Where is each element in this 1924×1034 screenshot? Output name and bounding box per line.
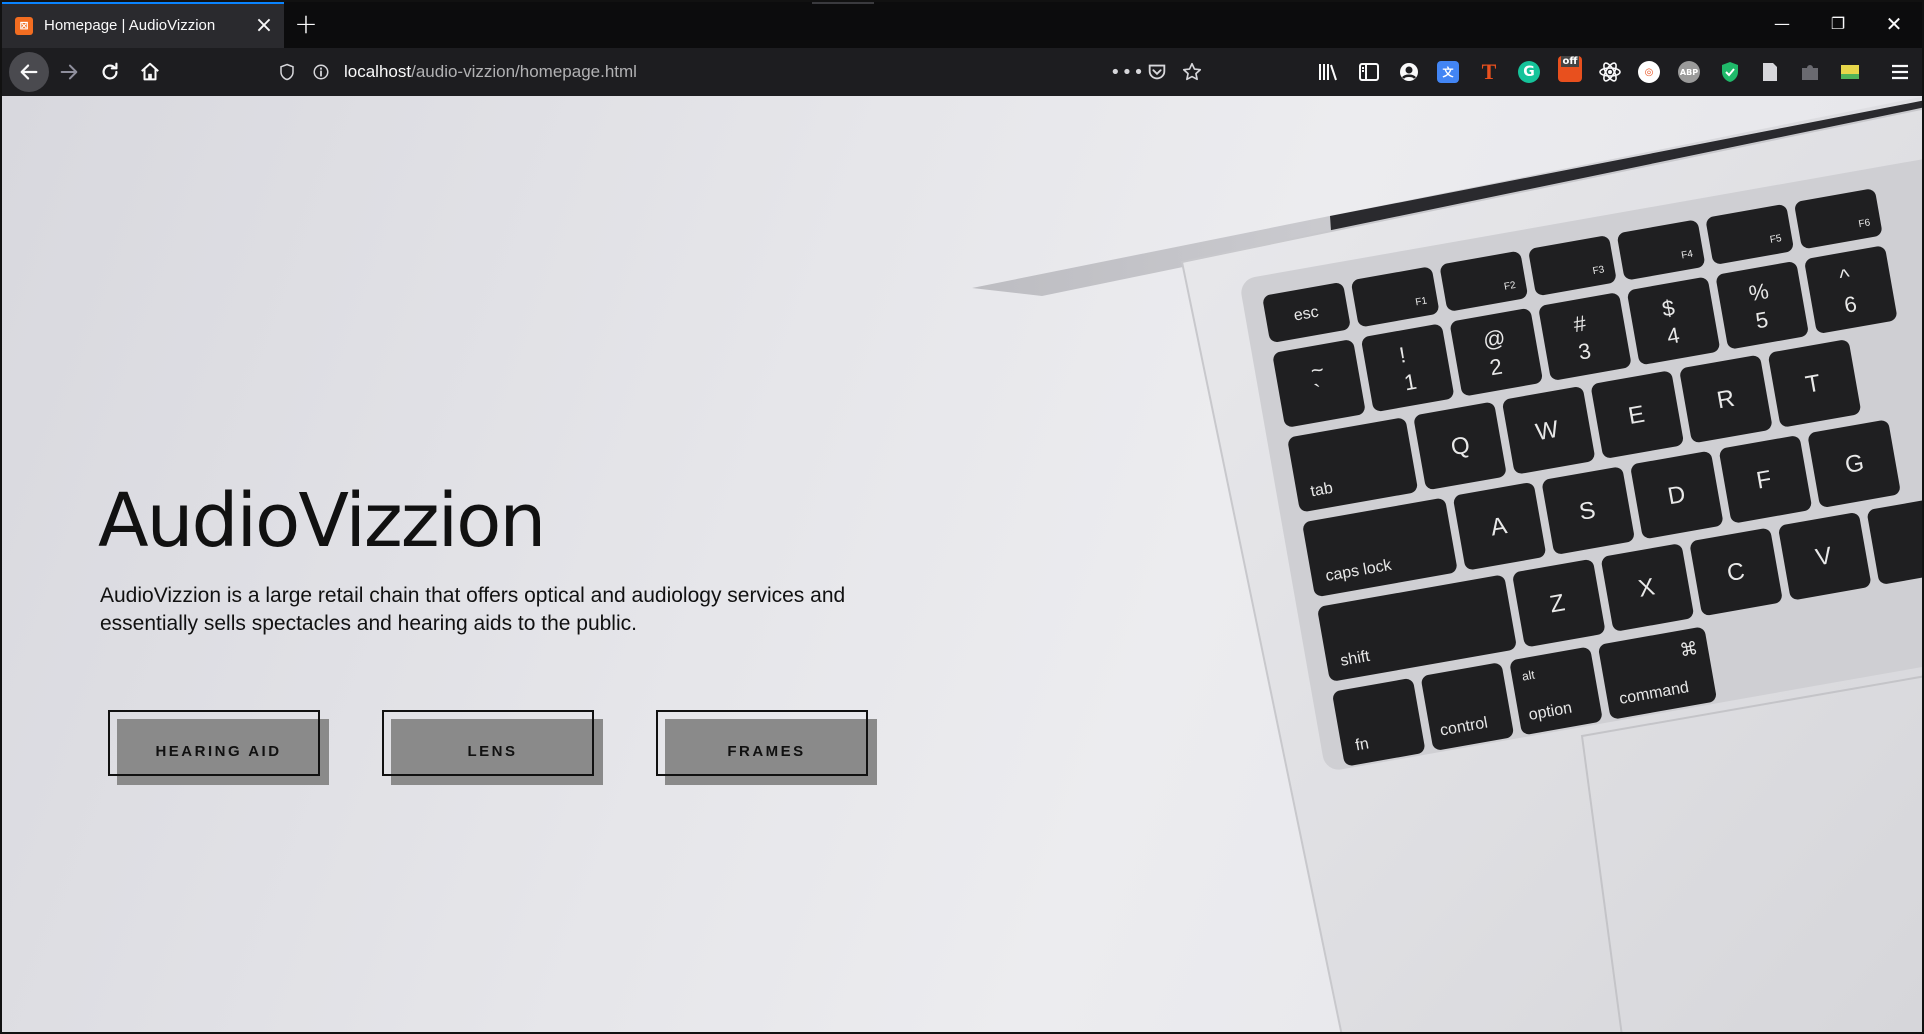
off-extension-icon[interactable]: off bbox=[1558, 56, 1582, 82]
home-button[interactable] bbox=[130, 52, 170, 92]
url-host: localhost bbox=[344, 62, 412, 81]
key-fn bbox=[1333, 678, 1425, 766]
key-control bbox=[1421, 663, 1514, 750]
forward-button[interactable] bbox=[49, 52, 89, 92]
new-tab-button[interactable]: + bbox=[292, 10, 320, 38]
translate-icon[interactable]: 文 bbox=[1437, 61, 1459, 83]
key-1 bbox=[1361, 324, 1454, 412]
navigation-toolbar: localhost/audio-vizzion/homepage.html ••… bbox=[2, 48, 1922, 96]
hearing-aid-button[interactable]: HEARING AID bbox=[108, 710, 329, 785]
reload-icon bbox=[102, 62, 118, 80]
arrow-right-icon bbox=[60, 64, 78, 80]
adblock-plus-icon[interactable]: ABP bbox=[1678, 61, 1700, 83]
library-icon[interactable] bbox=[1316, 60, 1340, 84]
arrow-left-icon bbox=[20, 64, 38, 80]
pocket-icon[interactable] bbox=[1146, 61, 1168, 83]
grammarly-icon[interactable]: G bbox=[1518, 61, 1540, 83]
key-f3-label: F3 bbox=[1592, 264, 1606, 277]
tab-strip: ⊠ Homepage | AudioVizzion × + — ❐ ✕ bbox=[2, 2, 1922, 48]
menu-icon[interactable] bbox=[1888, 60, 1912, 84]
shield-extension-icon[interactable] bbox=[1718, 60, 1742, 84]
page-icon[interactable] bbox=[1758, 60, 1782, 84]
page-title: AudioVizzion bbox=[98, 478, 546, 564]
key-6 bbox=[1805, 246, 1897, 333]
tab-homepage[interactable]: ⊠ Homepage | AudioVizzion × bbox=[2, 2, 284, 48]
key-f4-label: F4 bbox=[1680, 249, 1694, 262]
key-2 bbox=[1450, 308, 1543, 396]
url-text[interactable]: localhost/audio-vizzion/homepage.html bbox=[344, 62, 637, 82]
reload-button[interactable] bbox=[90, 52, 130, 92]
sidebar-icon[interactable] bbox=[1357, 60, 1381, 84]
home-icon bbox=[141, 62, 159, 81]
lens-button-label: LENS bbox=[467, 743, 518, 760]
xampp-icon: ⊠ bbox=[15, 17, 33, 35]
off-extension-label: off bbox=[1560, 56, 1580, 67]
t-extension-icon[interactable]: T bbox=[1478, 59, 1500, 84]
extension-icon[interactable]: ◎ bbox=[1638, 61, 1660, 83]
lens-button[interactable]: LENS bbox=[382, 710, 603, 785]
minimize-icon[interactable]: — bbox=[1754, 2, 1810, 46]
close-icon[interactable]: × bbox=[254, 15, 274, 37]
hearing-aid-button-label: HEARING AID bbox=[155, 743, 282, 760]
window-close-icon[interactable]: ✕ bbox=[1866, 2, 1922, 46]
key-f1-label: F1 bbox=[1415, 295, 1429, 308]
key-3 bbox=[1539, 293, 1631, 380]
react-devtools-icon[interactable] bbox=[1598, 60, 1622, 84]
key-f5-label: F5 bbox=[1769, 233, 1783, 246]
url-path: /audio-vizzion/homepage.html bbox=[411, 62, 637, 81]
tab-drag-indicator bbox=[812, 2, 874, 4]
back-button[interactable] bbox=[9, 52, 49, 92]
bookmark-star-icon[interactable] bbox=[1181, 61, 1203, 83]
laptop-keyboard-image: esc F1 F2 F3 F4 F5 F6 ~ ` ! 1 @ 2 # 3 $ … bbox=[972, 96, 1922, 1032]
page-content: esc F1 F2 F3 F4 F5 F6 ~ ` ! 1 @ 2 # 3 $ … bbox=[2, 96, 1922, 1032]
key-2-top: @ bbox=[1481, 325, 1507, 354]
puzzle-icon[interactable] bbox=[1798, 60, 1822, 84]
frames-button[interactable]: FRAMES bbox=[656, 710, 877, 785]
key-5 bbox=[1716, 262, 1808, 349]
more-actions-icon[interactable]: ••• bbox=[1110, 62, 1145, 83]
info-icon[interactable] bbox=[312, 63, 330, 81]
key-4 bbox=[1627, 277, 1720, 365]
url-bar[interactable]: localhost/audio-vizzion/homepage.html ••… bbox=[270, 53, 1210, 91]
browser-window: ⊠ Homepage | AudioVizzion × + — ❐ ✕ loca… bbox=[0, 0, 1924, 1034]
shield-icon[interactable] bbox=[278, 63, 296, 81]
key-option bbox=[1510, 647, 1602, 735]
command-symbol-icon: ⌘ bbox=[1678, 638, 1699, 661]
key-f2-label: F2 bbox=[1503, 280, 1517, 293]
hero-description: AudioVizzion is a large retail chain tha… bbox=[100, 584, 846, 635]
account-icon[interactable] bbox=[1397, 60, 1421, 84]
tab-title: Homepage | AudioVizzion bbox=[44, 17, 216, 34]
frames-button-label: FRAMES bbox=[727, 743, 806, 760]
key-f6-label: F6 bbox=[1858, 217, 1872, 230]
note-icon[interactable] bbox=[1838, 60, 1862, 84]
restore-icon[interactable]: ❐ bbox=[1810, 2, 1866, 46]
